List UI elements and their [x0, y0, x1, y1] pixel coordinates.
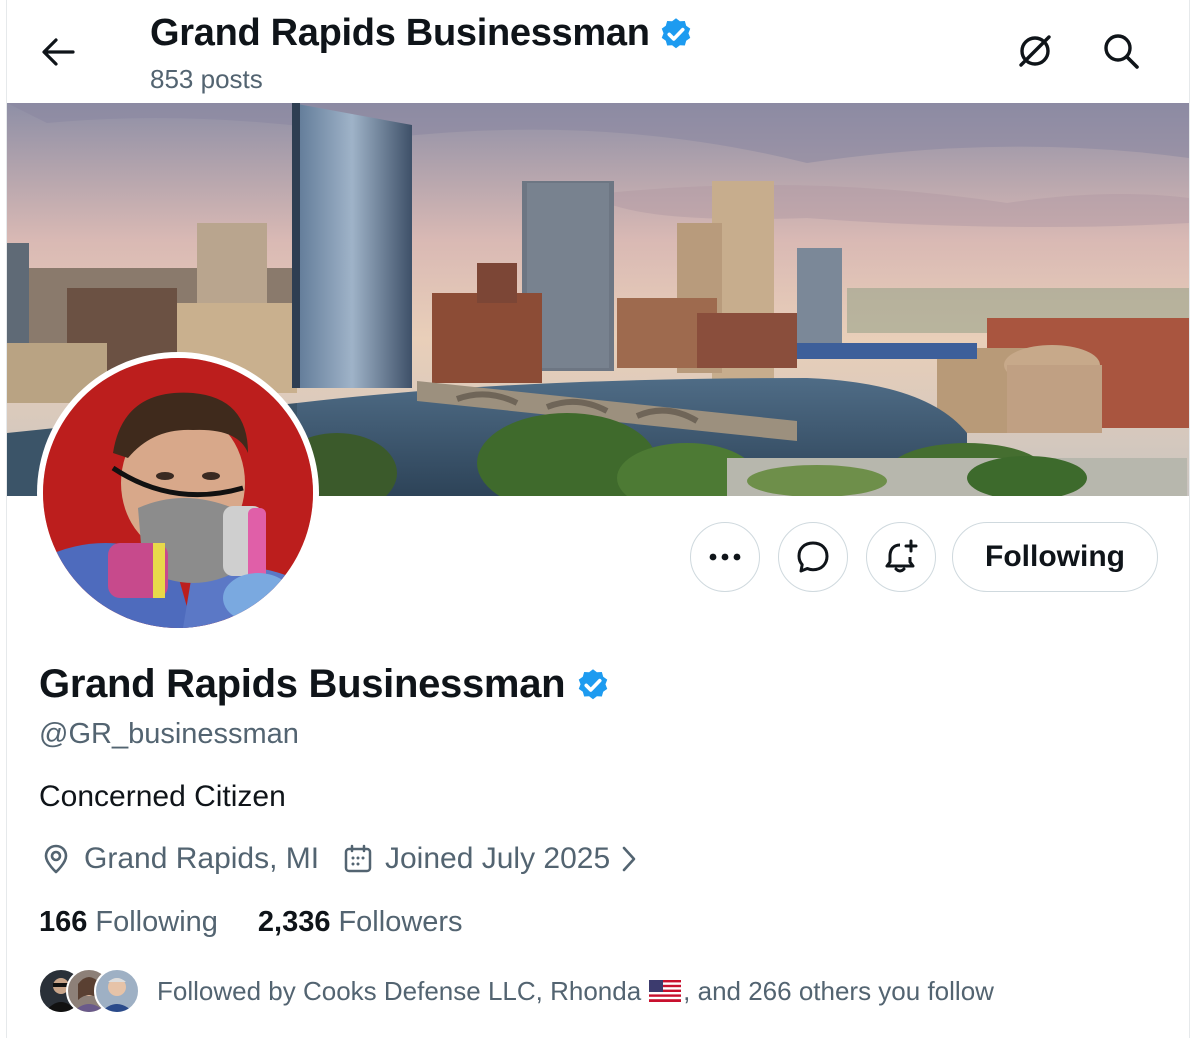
profile-display-name: Grand Rapids Businessman: [39, 662, 611, 707]
profile-location: Grand Rapids, MI: [40, 842, 319, 876]
followed-by-prefix: Followed by Cooks Defense LLC, Rhonda: [157, 975, 642, 1006]
profile-handle: @GR_businessman: [39, 718, 299, 750]
message-icon: [797, 541, 829, 573]
notification-bell-icon: [885, 539, 918, 573]
followed-by-text: Followed by Cooks Defense LLC, Rhonda , …: [157, 976, 994, 1007]
followers-stat[interactable]: 2,336 Followers: [258, 906, 463, 939]
header-title: Grand Rapids Businessman: [150, 12, 694, 55]
more-icon: [709, 553, 741, 561]
back-button[interactable]: [36, 30, 80, 74]
search-button[interactable]: [1098, 28, 1144, 74]
joined-text: Joined July 2025: [385, 842, 611, 875]
header-name: Grand Rapids Businessman: [150, 12, 650, 54]
profile-header: Grand Rapids Businessman 853 posts: [0, 0, 1200, 104]
following-button[interactable]: Following: [952, 522, 1158, 592]
profile-name-text: Grand Rapids Businessman: [39, 662, 566, 706]
followers-count: 2,336: [257, 906, 331, 938]
calendar-icon: [344, 844, 372, 873]
followers-label: Followers: [338, 906, 463, 938]
profile-avatar[interactable]: [37, 352, 319, 634]
verified-badge-icon[interactable]: [575, 667, 611, 703]
profile-bio: Concerned Citizen: [39, 780, 286, 813]
grok-button[interactable]: [1012, 28, 1058, 74]
following-label: Following: [95, 906, 218, 938]
followed-by-row[interactable]: Followed by Cooks Defense LLC, Rhonda , …: [38, 968, 994, 1014]
more-options-button[interactable]: [690, 522, 760, 592]
location-text: Grand Rapids, MI: [84, 842, 320, 875]
following-count: 166: [39, 906, 88, 938]
grok-icon: [1019, 35, 1051, 67]
followed-by-suffix: , and 266 others you follow: [683, 975, 994, 1006]
location-pin-icon: [44, 844, 68, 874]
search-icon: [1104, 34, 1139, 69]
verified-badge-icon: [661, 17, 690, 48]
profile-stats: 166 Following 2,336 Followers: [39, 906, 463, 939]
followed-by-avatars: [38, 968, 140, 1014]
avatar-photo: [43, 358, 313, 628]
us-flag-icon: [649, 980, 682, 1002]
follower-avatar: [94, 968, 140, 1014]
back-arrow-icon: [42, 38, 75, 66]
profile-join-date[interactable]: Joined July 2025: [343, 842, 636, 876]
post-count: 853 posts: [150, 64, 263, 94]
following-stat[interactable]: 166 Following: [39, 906, 218, 939]
message-button[interactable]: [778, 522, 848, 592]
notifications-button[interactable]: [866, 522, 936, 592]
chevron-right-icon: [622, 846, 636, 872]
